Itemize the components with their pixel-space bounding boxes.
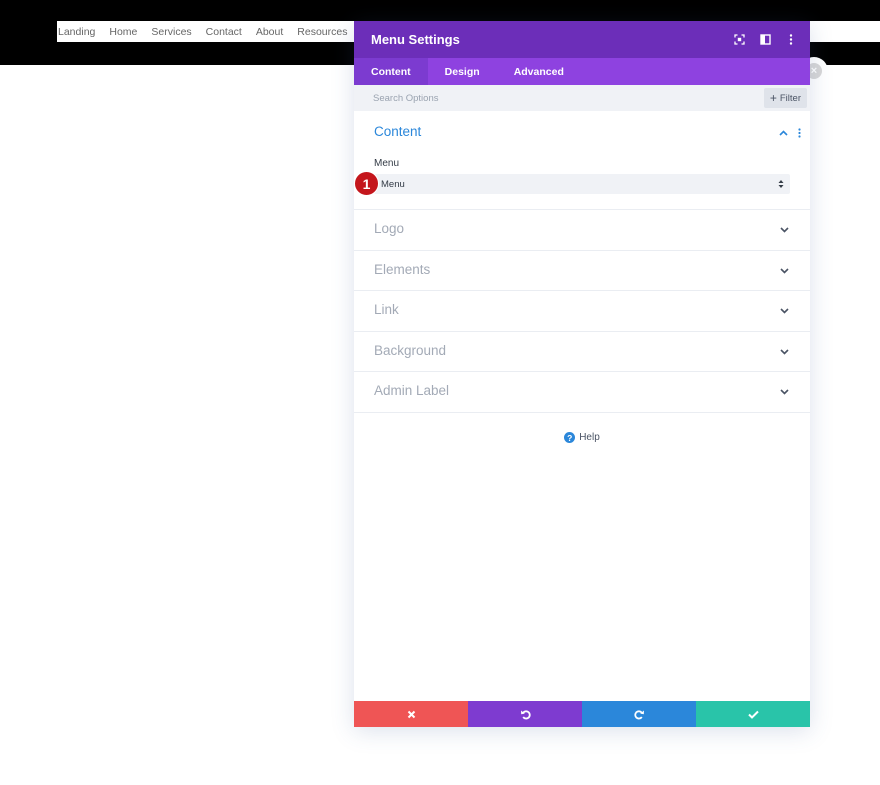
- elements-section[interactable]: Elements: [354, 251, 810, 292]
- redo-button[interactable]: [582, 701, 696, 727]
- split-view-icon[interactable]: [756, 31, 774, 49]
- logo-section-title: Logo: [374, 221, 405, 236]
- tab-design[interactable]: Design: [428, 58, 497, 85]
- logo-section[interactable]: Logo: [354, 210, 810, 251]
- modal-title: Menu Settings: [371, 32, 460, 47]
- nav-link-home[interactable]: Home: [109, 26, 137, 38]
- background-section-title: Background: [374, 342, 447, 358]
- chevron-down-icon[interactable]: [778, 224, 790, 236]
- nav-link-landing[interactable]: Landing: [58, 26, 95, 38]
- help-label: Help: [579, 432, 600, 443]
- tab-content[interactable]: Content: [354, 58, 428, 85]
- chevron-down-icon[interactable]: [778, 346, 790, 358]
- admin-label-section-title: Admin Label: [374, 383, 450, 399]
- nav-link-services[interactable]: Services: [151, 26, 191, 38]
- link-section-title: Link: [374, 302, 399, 318]
- step-number-badge: 1: [354, 171, 379, 196]
- filter-label: Filter: [779, 92, 801, 104]
- link-section[interactable]: Link: [354, 291, 810, 332]
- plus-icon: +: [769, 91, 777, 105]
- nav-link-resources[interactable]: Resources: [297, 26, 347, 38]
- cancel-button[interactable]: [354, 701, 468, 727]
- help-link[interactable]: ? Help: [354, 432, 810, 443]
- screen: Landing Home Services Contact About Reso…: [0, 0, 880, 785]
- content-section-title[interactable]: Content: [374, 124, 421, 139]
- chevron-down-icon[interactable]: [778, 265, 790, 277]
- menu-settings-modal: Menu Settings Content Design Advanced Se…: [354, 21, 810, 727]
- elements-section-title: Elements: [374, 261, 431, 277]
- more-vertical-icon[interactable]: [782, 31, 800, 49]
- menu-select-value: Menu: [381, 178, 405, 190]
- content-section-controls: [777, 127, 804, 139]
- content-section: Content Menu Menu 1: [354, 111, 810, 210]
- menu-field-label: Menu: [374, 158, 400, 169]
- nav-link-about[interactable]: About: [256, 26, 283, 38]
- admin-label-section[interactable]: Admin Label: [354, 372, 810, 413]
- filter-button[interactable]: + Filter: [763, 88, 807, 108]
- chevron-down-icon[interactable]: [778, 386, 790, 398]
- search-options-input[interactable]: Search Options: [373, 93, 438, 104]
- close-icon: [407, 710, 415, 718]
- select-arrows-icon: [778, 178, 784, 190]
- more-vertical-icon[interactable]: [794, 127, 804, 139]
- chevron-up-icon[interactable]: [777, 127, 789, 139]
- check-icon: [747, 710, 759, 719]
- modal-header[interactable]: Menu Settings: [354, 21, 810, 58]
- tab-advanced[interactable]: Advanced: [497, 58, 581, 85]
- search-options-bar[interactable]: Search Options + Filter: [354, 85, 810, 111]
- modal-footer: [354, 701, 810, 727]
- redo-icon: [633, 710, 644, 719]
- help-icon: ?: [564, 432, 576, 443]
- header-icon-group: [722, 21, 800, 58]
- menu-select[interactable]: Menu: [374, 174, 790, 194]
- save-button[interactable]: [696, 701, 810, 727]
- fullscreen-icon[interactable]: [730, 31, 748, 49]
- undo-icon: [520, 710, 531, 719]
- settings-tabs: Content Design Advanced: [354, 58, 810, 85]
- nav-link-contact[interactable]: Contact: [206, 26, 242, 38]
- undo-button[interactable]: [468, 701, 582, 727]
- chevron-down-icon[interactable]: [778, 305, 790, 317]
- background-section[interactable]: Background: [354, 332, 810, 373]
